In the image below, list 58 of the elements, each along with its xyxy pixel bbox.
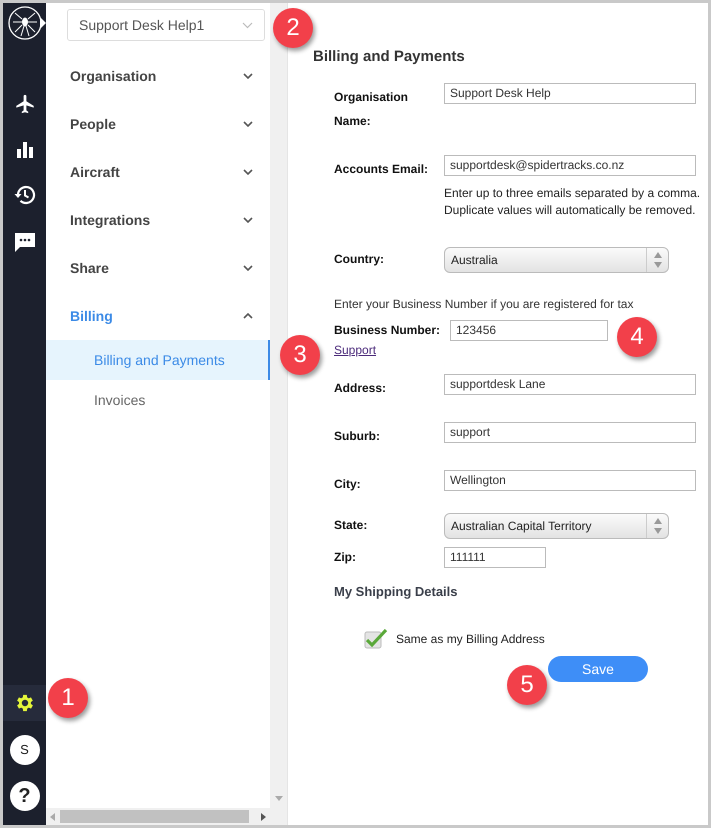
- nav-section[interactable]: People: [46, 100, 270, 148]
- chevron-down-icon: [243, 265, 253, 271]
- nav-section[interactable]: Organisation: [46, 52, 270, 100]
- checkbox-label: Same as my Billing Address: [396, 631, 545, 648]
- chevron-down-icon: [242, 22, 253, 28]
- field-label: Suburb:: [334, 428, 380, 442]
- page-title: Billing and Payments: [313, 47, 466, 67]
- select-field[interactable]: Australia: [444, 246, 669, 272]
- support-link[interactable]: Support: [334, 340, 376, 358]
- chevron-down-icon: [243, 217, 253, 223]
- nav-section[interactable]: Aircraft: [46, 148, 270, 196]
- history-icon[interactable]: [12, 183, 36, 207]
- scroll-right-icon[interactable]: [261, 812, 266, 820]
- chevron-up-icon: [243, 313, 253, 319]
- field-label: Business Number:: [334, 322, 442, 339]
- field-label: City:: [334, 476, 361, 490]
- nav-section[interactable]: Share: [46, 244, 270, 292]
- field-label: Accounts Email:: [334, 162, 428, 176]
- field-label: State:: [334, 517, 368, 534]
- field-label: Country:: [334, 251, 385, 268]
- step-number-badge: 5: [507, 665, 547, 705]
- bar-chart-icon[interactable]: [14, 139, 34, 159]
- field-label: Address:: [334, 380, 386, 394]
- chevron-down-icon: [243, 73, 253, 79]
- text-field[interactable]: 111111: [444, 546, 546, 568]
- field-label: Zip:: [334, 548, 357, 566]
- select-field[interactable]: Australian Capital Territory: [444, 512, 669, 538]
- chevron-down-icon: [243, 121, 253, 127]
- help-button[interactable]: ?: [10, 781, 40, 811]
- airplane-icon[interactable]: [14, 93, 36, 115]
- settings-item[interactable]: [3, 685, 48, 721]
- text-field[interactable]: Wellington: [444, 470, 696, 490]
- user-avatar[interactable]: S: [10, 735, 40, 765]
- note-text: Enter your Business Number if you are registered for tax: [334, 296, 634, 312]
- stepper-arrows-icon: [652, 516, 662, 534]
- vertical-scrollbar[interactable]: [270, 3, 287, 825]
- hint-text: Duplicate values will automatically be removed.: [444, 202, 696, 218]
- horizontal-scrollbar[interactable]: [46, 808, 270, 825]
- stepper-arrows-icon: [652, 250, 662, 268]
- text-field[interactable]: Support Desk Help: [444, 82, 696, 104]
- section-heading: My Shipping Details: [334, 582, 459, 601]
- spider-logo-icon[interactable]: [6, 5, 42, 41]
- step-number-badge: 2: [273, 8, 313, 48]
- nav-item[interactable]: Invoices: [46, 380, 270, 420]
- checkbox[interactable]: [364, 628, 388, 650]
- step-number-badge: 3: [280, 335, 320, 375]
- field-label: Organisation Name:: [334, 90, 408, 128]
- text-field[interactable]: supportdesk Lane: [444, 374, 696, 394]
- text-field[interactable]: supportdesk@spidertracks.co.nz: [444, 154, 696, 176]
- chevron-down-icon: [243, 169, 253, 175]
- step-number-badge: 4: [617, 317, 657, 357]
- nav-section[interactable]: Billing: [46, 292, 270, 340]
- chat-icon[interactable]: [14, 231, 36, 253]
- text-field[interactable]: support: [444, 422, 696, 442]
- nav-section[interactable]: Integrations: [46, 196, 270, 244]
- text-field[interactable]: 123456: [450, 320, 608, 340]
- organisation-picker[interactable]: Support Desk Help1: [67, 9, 265, 41]
- hint-text: Enter up to three emails separated by a comma.: [444, 184, 702, 202]
